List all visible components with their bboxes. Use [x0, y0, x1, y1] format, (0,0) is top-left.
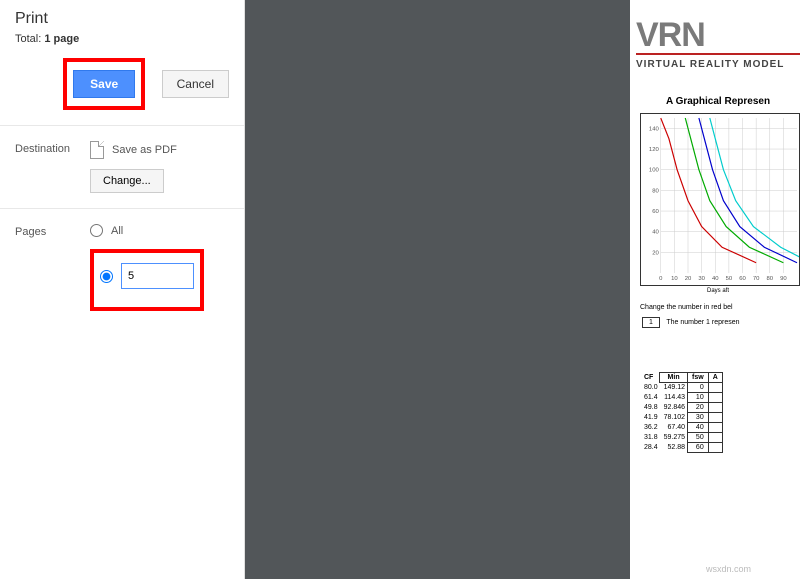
svg-text:20: 20: [652, 250, 659, 256]
brand-logo: VRN: [636, 20, 800, 51]
table-row: 61.4114.4310: [640, 392, 722, 402]
svg-text:120: 120: [649, 147, 660, 153]
svg-text:90: 90: [780, 276, 787, 282]
document-icon: [90, 141, 104, 159]
save-as-pdf-row: Save as PDF: [90, 141, 229, 159]
svg-text:40: 40: [712, 276, 719, 282]
table-row: 41.978.10230: [640, 412, 722, 422]
save-button[interactable]: Save: [73, 70, 135, 98]
svg-text:70: 70: [753, 276, 760, 282]
chart-xlabel: Days aft: [636, 288, 800, 294]
chart-caption-1: Change the number in red bel: [640, 304, 800, 311]
total-pages: Total: 1 page: [0, 33, 244, 53]
data-table: CFMinfswA 80.0149.12061.4114.431049.892.…: [640, 372, 723, 453]
watermark: wsxdn.com: [706, 564, 751, 574]
pages-section: Pages All: [0, 208, 244, 326]
svg-text:60: 60: [739, 276, 746, 282]
svg-text:60: 60: [652, 209, 659, 215]
preview-pane: VRN VIRTUAL REALITY MODEL A Graphical Re…: [245, 0, 800, 579]
svg-text:100: 100: [649, 167, 660, 173]
page-range-input[interactable]: [121, 263, 194, 289]
svg-text:10: 10: [671, 276, 678, 282]
highlight-pages-range: [90, 249, 204, 311]
change-destination-button[interactable]: Change...: [90, 169, 164, 193]
table-row: 31.859.27550: [640, 432, 722, 442]
destination-section: Destination Save as PDF Change...: [0, 125, 244, 208]
radio-all-label: All: [111, 225, 123, 237]
radio-all[interactable]: [90, 224, 103, 237]
table-row: 80.0149.120: [640, 382, 722, 392]
highlight-save: Save: [63, 58, 145, 110]
button-row: Save Cancel: [0, 53, 244, 125]
svg-text:50: 50: [726, 276, 733, 282]
print-sidebar: Print Total: 1 page Save Cancel Destinat…: [0, 0, 245, 579]
table-header: Min: [660, 372, 688, 382]
pages-label: Pages: [15, 224, 90, 238]
cancel-button[interactable]: Cancel: [162, 70, 229, 98]
chart-container: Inverse usage 20406080100120140010203040…: [640, 113, 800, 286]
svg-text:30: 30: [698, 276, 705, 282]
number-box: 1: [642, 317, 660, 328]
pages-all-row: All: [90, 224, 229, 237]
table-header: fsw: [688, 372, 709, 382]
radio-range[interactable]: [100, 270, 113, 283]
table-row: 36.267.4040: [640, 422, 722, 432]
brand-subtitle: VIRTUAL REALITY MODEL: [636, 59, 800, 70]
chart-caption-2: The number 1 represen: [666, 319, 739, 326]
svg-text:20: 20: [685, 276, 692, 282]
svg-text:140: 140: [649, 126, 660, 132]
print-title: Print: [0, 0, 244, 33]
svg-text:0: 0: [659, 276, 663, 282]
chart-title: A Graphical Represen: [636, 96, 800, 107]
svg-text:80: 80: [652, 188, 659, 194]
svg-text:80: 80: [766, 276, 773, 282]
table-header: CF: [640, 372, 660, 382]
chart-svg: 20 40 60 80 100 120 140 0 10 20 30 40 50 60 70 80 90: [641, 114, 799, 285]
table-row: 49.892.84620: [640, 402, 722, 412]
svg-text:40: 40: [652, 229, 659, 235]
table-row: 28.452.8860: [640, 442, 722, 452]
document-preview: VRN VIRTUAL REALITY MODEL A Graphical Re…: [630, 0, 800, 579]
table-header: A: [708, 372, 722, 382]
destination-value: Save as PDF: [112, 144, 177, 156]
destination-label: Destination: [15, 141, 90, 155]
